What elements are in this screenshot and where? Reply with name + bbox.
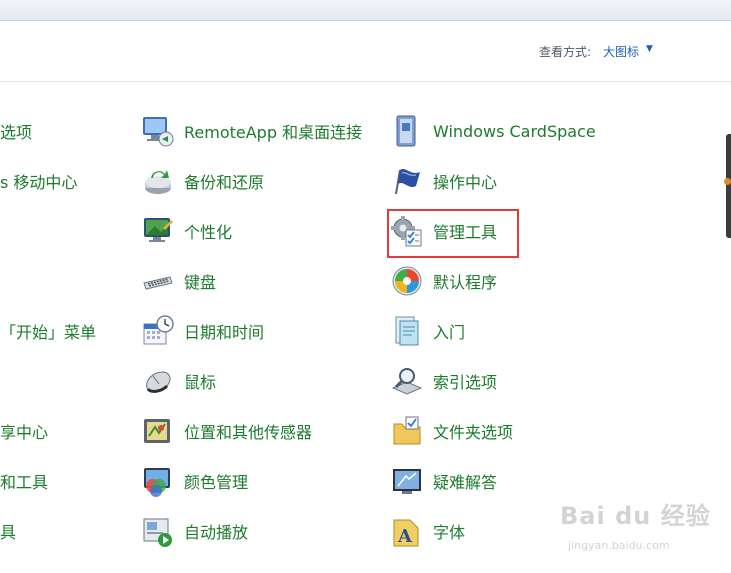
left-item-sharing-center[interactable]: 享中心: [0, 411, 48, 451]
item-autoplay[interactable]: 自动播放: [140, 511, 248, 551]
item-date-time[interactable]: 日期和时间: [140, 311, 264, 351]
item-remoteapp[interactable]: RemoteApp 和桌面连接: [140, 111, 362, 151]
cardspace-icon: [389, 113, 425, 149]
svg-text:A: A: [397, 526, 413, 547]
item-default-programs[interactable]: 默认程序: [389, 261, 497, 301]
item-label: 鼠标: [184, 373, 217, 392]
item-label: 日期和时间: [184, 323, 265, 342]
datetime-icon: [140, 313, 176, 349]
item-label: 具: [0, 523, 17, 542]
getting-started-icon: [389, 313, 425, 349]
watermark-url: jingyan.baidu.com: [568, 539, 670, 552]
item-folder-options[interactable]: 文件夹选项: [389, 411, 513, 451]
selection-highlight-box: [387, 209, 519, 258]
item-label: Windows CardSpace: [433, 121, 596, 141]
item-label: 备份和还原: [184, 173, 265, 192]
item-label: 个性化: [184, 223, 233, 242]
item-backup-restore[interactable]: 备份和还原: [140, 161, 264, 201]
keyboard-icon: [140, 263, 176, 299]
left-item-mobility-center[interactable]: s 移动中心: [0, 161, 77, 201]
item-action-center[interactable]: 操作中心: [389, 161, 497, 201]
item-label: 字体: [433, 523, 466, 542]
left-item-options[interactable]: 选项: [0, 111, 32, 151]
item-getting-started[interactable]: 入门: [389, 311, 465, 351]
item-label: 和工具: [0, 473, 49, 492]
item-personalization[interactable]: 个性化: [140, 211, 232, 251]
item-label: 操作中心: [433, 173, 498, 192]
item-label: 文件夹选项: [433, 423, 514, 442]
item-label: 「开始」菜单: [0, 323, 97, 342]
item-label: 自动播放: [184, 523, 249, 542]
view-mode-label: 查看方式:: [539, 45, 592, 59]
item-indexing-options[interactable]: 索引选项: [389, 361, 497, 401]
personalization-icon: [140, 213, 176, 249]
left-item-tools[interactable]: 和工具: [0, 461, 48, 501]
item-mouse[interactable]: 鼠标: [140, 361, 216, 401]
item-label: 疑难解答: [433, 473, 498, 492]
item-label: 颜色管理: [184, 473, 249, 492]
left-item-tool[interactable]: 具: [0, 511, 16, 551]
window-top-band: [0, 0, 731, 21]
item-label: 入门: [433, 323, 466, 342]
right-edge-panel: [726, 134, 731, 238]
item-color-management[interactable]: 颜色管理: [140, 461, 248, 501]
item-label: 索引选项: [433, 373, 498, 392]
backup-icon: [140, 163, 176, 199]
autoplay-icon: [140, 513, 176, 549]
left-item-start-menu[interactable]: 「开始」菜单: [0, 311, 96, 351]
item-keyboard[interactable]: 键盘: [140, 261, 216, 301]
item-troubleshooting[interactable]: 疑难解答: [389, 461, 497, 501]
indexing-icon: [389, 363, 425, 399]
sensor-icon: [140, 413, 176, 449]
troubleshooting-icon: [389, 463, 425, 499]
item-label: s 移动中心: [0, 173, 78, 192]
item-label: 选项: [0, 123, 33, 142]
item-location-sensors[interactable]: 位置和其他传感器: [140, 411, 312, 451]
mouse-icon: [140, 363, 176, 399]
default-programs-icon: [389, 263, 425, 299]
item-fonts[interactable]: A 字体: [389, 511, 465, 551]
folder-options-icon: [389, 413, 425, 449]
fonts-icon: A: [389, 513, 425, 549]
item-label: 键盘: [184, 273, 217, 292]
color-management-icon: [140, 463, 176, 499]
item-label: RemoteApp 和桌面连接: [184, 123, 363, 142]
item-label: 位置和其他传感器: [184, 423, 313, 442]
item-label: 默认程序: [433, 273, 498, 292]
right-edge-indicator: [724, 178, 731, 185]
action-center-flag-icon: [389, 163, 425, 199]
chevron-down-icon[interactable]: ▼: [646, 44, 653, 54]
watermark-logo: Bai du 经验: [560, 502, 711, 530]
item-label: 享中心: [0, 423, 49, 442]
remoteapp-icon: [140, 113, 176, 149]
view-mode-dropdown[interactable]: 大图标: [603, 43, 639, 60]
item-windows-cardspace[interactable]: Windows CardSpace: [389, 111, 596, 151]
